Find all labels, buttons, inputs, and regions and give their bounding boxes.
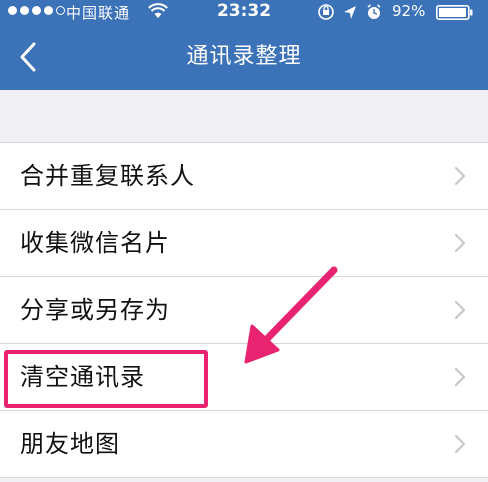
app-screen: 中国联通 23:32 92% 通讯录整理 合并重复联系人 收集微信名片 分享或另… <box>0 0 488 482</box>
annotation-arrow-icon <box>244 266 338 364</box>
